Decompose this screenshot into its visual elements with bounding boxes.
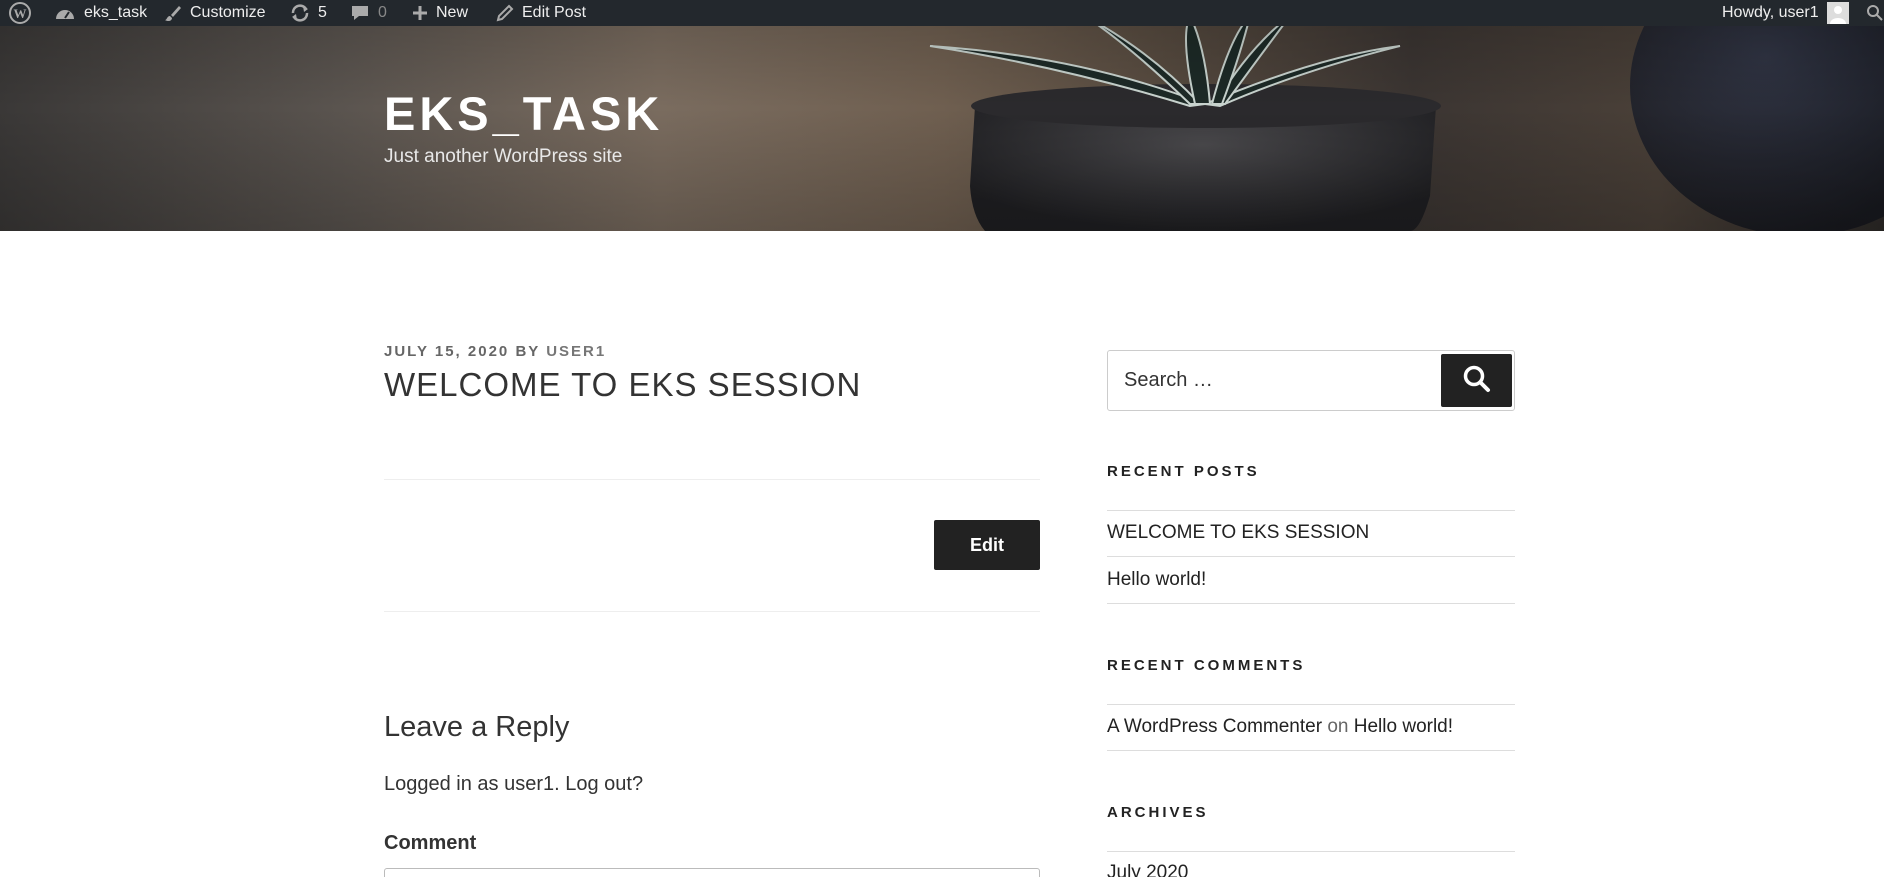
search-form: [1107, 350, 1515, 411]
archives-title: ARCHIVES: [1107, 804, 1209, 821]
search-icon: [1462, 364, 1492, 397]
recent-comments-title: RECENT COMMENTS: [1107, 657, 1306, 674]
updates-icon: [290, 4, 310, 22]
search-button[interactable]: [1441, 354, 1512, 407]
post-meta: JULY 15, 2020 BY USER1: [384, 343, 606, 360]
comment-author-link[interactable]: A WordPress Commenter: [1107, 716, 1322, 737]
recent-posts-title: RECENT POSTS: [1107, 463, 1260, 480]
divider: [384, 479, 1040, 480]
admin-site-link[interactable]: eks_task: [54, 0, 147, 26]
admin-comments-link[interactable]: 0: [350, 0, 387, 26]
admin-site-name: eks_task: [84, 4, 148, 21]
comment-on-text: on: [1327, 716, 1349, 737]
admin-howdy: Howdy, user1: [1722, 4, 1819, 21]
plus-icon: [412, 5, 428, 21]
site-header: EKS_TASK Just another WordPress site: [0, 26, 1884, 231]
admin-search-icon[interactable]: [1866, 0, 1884, 26]
reply-title: Leave a Reply: [384, 711, 570, 743]
wordpress-logo-icon[interactable]: W: [8, 0, 32, 26]
site-tagline: Just another WordPress site: [384, 146, 623, 167]
edit-button[interactable]: Edit: [934, 520, 1040, 570]
admin-comments-count: 0: [378, 4, 387, 21]
admin-customize-link[interactable]: Customize: [164, 0, 266, 26]
search-input[interactable]: [1108, 351, 1438, 410]
admin-updates-link[interactable]: 5: [290, 0, 327, 26]
brush-icon: [164, 4, 182, 22]
recent-post-link[interactable]: Hello world!: [1107, 569, 1206, 591]
admin-updates-count: 5: [318, 4, 327, 21]
admin-customize-label: Customize: [190, 4, 266, 21]
admin-bar: W eks_task Customize 5 0 New Edit Post H…: [0, 0, 1884, 26]
logged-in-text[interactable]: Logged in as user1. Log out?: [384, 773, 643, 796]
post-author[interactable]: USER1: [546, 343, 606, 360]
dashboard-icon: [54, 4, 76, 22]
admin-account-link[interactable]: Howdy, user1: [1722, 0, 1849, 26]
post-by: BY: [515, 343, 541, 360]
pencil-icon: [496, 4, 514, 22]
post-date[interactable]: JULY 15, 2020: [384, 343, 509, 360]
admin-new-link[interactable]: New: [412, 0, 468, 26]
comment-bubble-icon: [350, 4, 370, 22]
divider: [384, 611, 1040, 612]
svg-text:W: W: [14, 6, 27, 21]
admin-edit-post-label: Edit Post: [522, 4, 587, 21]
comment-textarea[interactable]: [384, 868, 1040, 877]
avatar: [1826, 2, 1849, 24]
comment-label: Comment: [384, 832, 477, 854]
admin-new-label: New: [436, 4, 469, 21]
archive-link[interactable]: July 2020: [1107, 862, 1188, 877]
post-title: WELCOME TO EKS SESSION: [384, 366, 862, 403]
recent-post-link[interactable]: WELCOME TO EKS SESSION: [1107, 522, 1369, 544]
site-title[interactable]: EKS_TASK: [384, 86, 663, 141]
comment-post-link[interactable]: Hello world!: [1354, 716, 1453, 737]
recent-comment-item: A WordPress Commenter on Hello world!: [1107, 716, 1453, 738]
admin-edit-post-link[interactable]: Edit Post: [496, 0, 586, 26]
